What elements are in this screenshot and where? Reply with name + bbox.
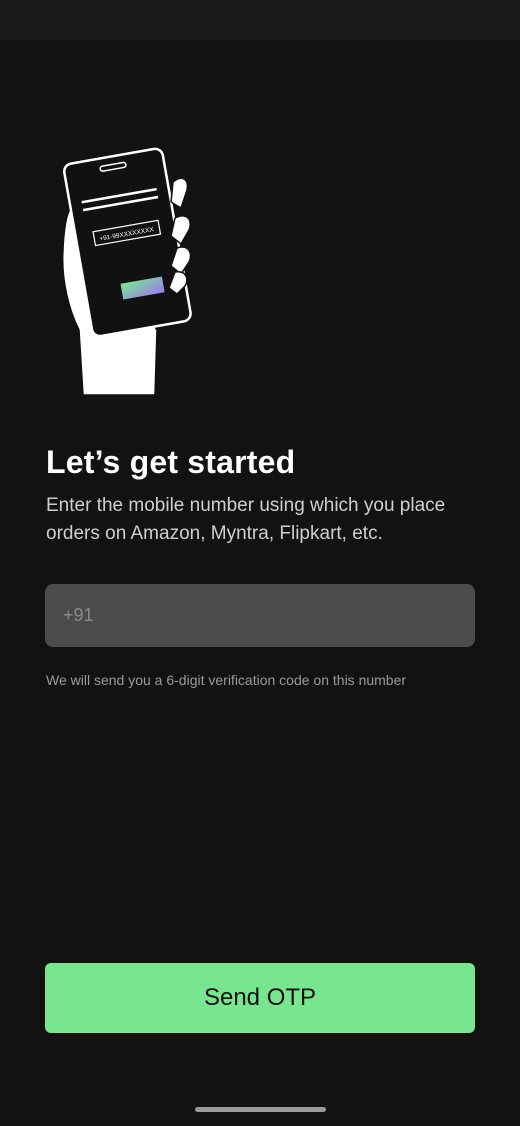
phone-number-input[interactable] — [45, 584, 475, 647]
status-bar — [0, 0, 520, 40]
helper-text: We will send you a 6-digit verification … — [46, 672, 407, 688]
home-indicator[interactable] — [195, 1107, 326, 1112]
send-otp-button[interactable]: Send OTP — [45, 963, 475, 1033]
hand-holding-phone-illustration: +91-99XXXXXXXX — [61, 147, 192, 396]
page-title: Let’s get started — [46, 444, 296, 480]
subtitle: Enter the mobile number using which you … — [46, 495, 446, 544]
